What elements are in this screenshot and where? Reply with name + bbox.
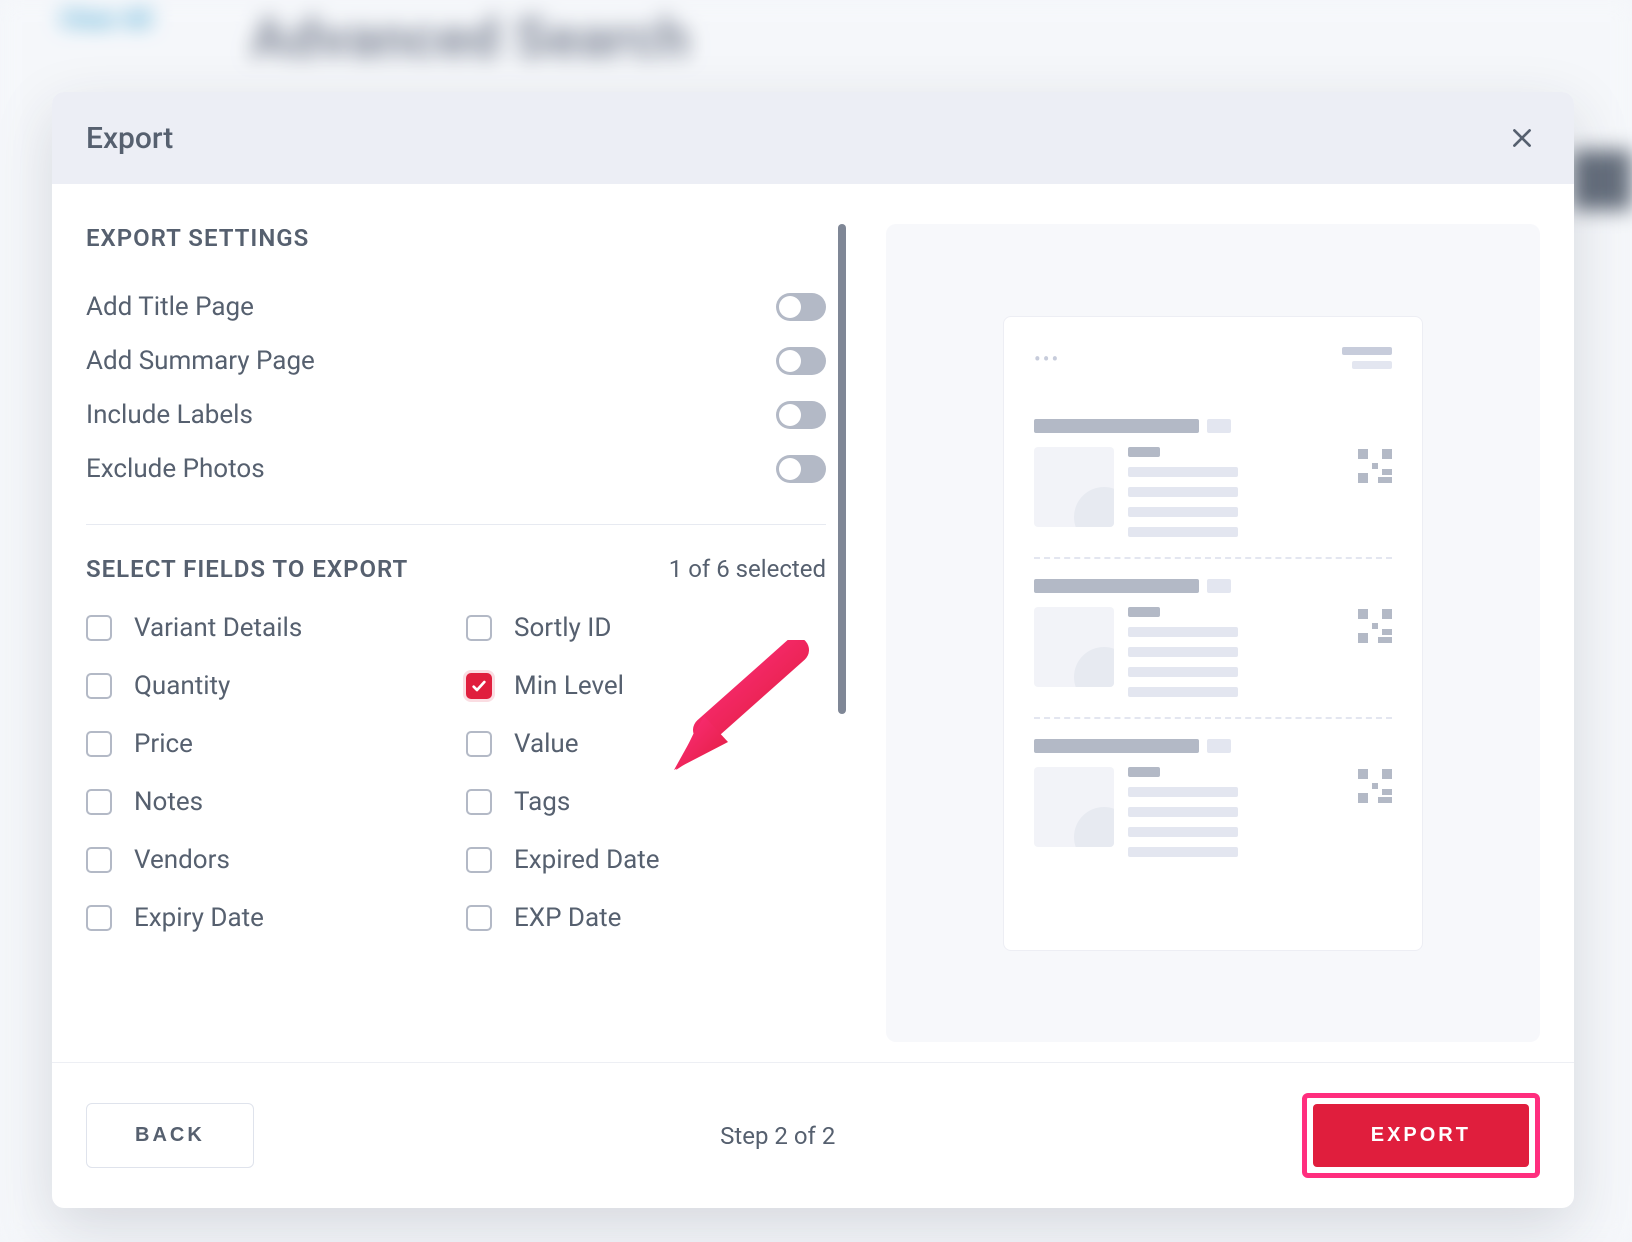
selected-count: 1 of 6 selected [669,555,826,583]
field-label: Quantity [134,671,230,701]
setting-label: Exclude Photos [86,454,265,484]
field-min-level: Min Level [466,671,826,701]
field-tags: Tags [466,787,826,817]
toggle-knob [779,404,801,426]
modal-title: Export [86,121,173,156]
checkbox-value[interactable] [466,731,492,757]
field-notes: Notes [86,787,446,817]
field-label: Expired Date [514,845,660,875]
toggle-add-title-page[interactable] [776,293,826,321]
field-label: Price [134,729,193,759]
qr-icon [1358,449,1392,483]
checkbox-exp-date[interactable] [466,905,492,931]
modal-header: Export [52,92,1574,184]
export-options-panel: EXPORT SETTINGS Add Title Page Add Summa… [86,224,846,1042]
preview-thumb-icon [1034,767,1114,847]
fields-grid: Variant Details Sortly ID Quantity [86,613,826,933]
export-button-highlight: EXPORT [1302,1093,1540,1178]
field-vendors: Vendors [86,845,446,875]
field-label: Tags [514,787,570,817]
preview-card: ••• [1003,316,1423,951]
checkbox-expiry-date[interactable] [86,905,112,931]
close-icon [1509,125,1535,151]
field-expiry-date: Expiry Date [86,903,446,933]
preview-item [1034,399,1392,559]
setting-add-title-page: Add Title Page [86,280,826,334]
field-expired-date: Expired Date [466,845,826,875]
field-label: Variant Details [134,613,302,643]
setting-include-labels: Include Labels [86,388,826,442]
divider [86,524,826,525]
export-button[interactable]: EXPORT [1313,1104,1529,1167]
checkbox-tags[interactable] [466,789,492,815]
checkbox-variant-details[interactable] [86,615,112,641]
field-label: Expiry Date [134,903,264,933]
checkbox-expired-date[interactable] [466,847,492,873]
settings-list: Add Title Page Add Summary Page Include … [86,280,826,496]
setting-label: Include Labels [86,400,253,430]
export-modal: Export EXPORT SETTINGS Add Title Page [52,92,1574,1208]
export-settings-heading: EXPORT SETTINGS [86,224,826,252]
modal-body: EXPORT SETTINGS Add Title Page Add Summa… [52,184,1574,1062]
field-label: Sortly ID [514,613,611,643]
toggle-knob [779,350,801,372]
setting-label: Add Title Page [86,292,254,322]
close-button[interactable] [1504,120,1540,156]
checkbox-sortly-id[interactable] [466,615,492,641]
modal-overlay: Export EXPORT SETTINGS Add Title Page [0,0,1632,1242]
qr-icon [1358,609,1392,643]
check-icon [471,678,487,694]
toggle-exclude-photos[interactable] [776,455,826,483]
preview-item [1034,719,1392,877]
preview-panel: ••• [886,224,1540,1042]
checkbox-vendors[interactable] [86,847,112,873]
checkbox-notes[interactable] [86,789,112,815]
preview-thumb-icon [1034,447,1114,527]
step-indicator: Step 2 of 2 [720,1122,835,1150]
preview-thumb-icon [1034,607,1114,687]
back-button[interactable]: BACK [86,1103,254,1168]
field-price: Price [86,729,446,759]
toggle-knob [779,458,801,480]
field-sortly-id: Sortly ID [466,613,826,643]
qr-icon [1358,769,1392,803]
field-label: Notes [134,787,203,817]
field-label: Min Level [514,671,624,701]
setting-add-summary-page: Add Summary Page [86,334,826,388]
setting-label: Add Summary Page [86,346,315,376]
field-label: Value [514,729,579,759]
field-variant-details: Variant Details [86,613,446,643]
setting-exclude-photos: Exclude Photos [86,442,826,496]
checkbox-price[interactable] [86,731,112,757]
preview-item [1034,559,1392,719]
scrollbar-track[interactable] [838,224,846,724]
field-value: Value [466,729,826,759]
field-label: Vendors [134,845,230,875]
checkbox-min-level[interactable] [466,673,492,699]
toggle-add-summary-page[interactable] [776,347,826,375]
scrollbar-thumb[interactable] [838,224,846,714]
preview-header-lines [1342,347,1392,369]
field-quantity: Quantity [86,671,446,701]
fields-header: SELECT FIELDS TO EXPORT 1 of 6 selected [86,555,826,583]
checkbox-quantity[interactable] [86,673,112,699]
toggle-knob [779,296,801,318]
select-fields-heading: SELECT FIELDS TO EXPORT [86,555,408,583]
field-exp-date: EXP Date [466,903,826,933]
toggle-include-labels[interactable] [776,401,826,429]
preview-dots-icon: ••• [1034,347,1060,371]
field-label: EXP Date [514,903,621,933]
modal-footer: BACK Step 2 of 2 EXPORT [52,1062,1574,1208]
